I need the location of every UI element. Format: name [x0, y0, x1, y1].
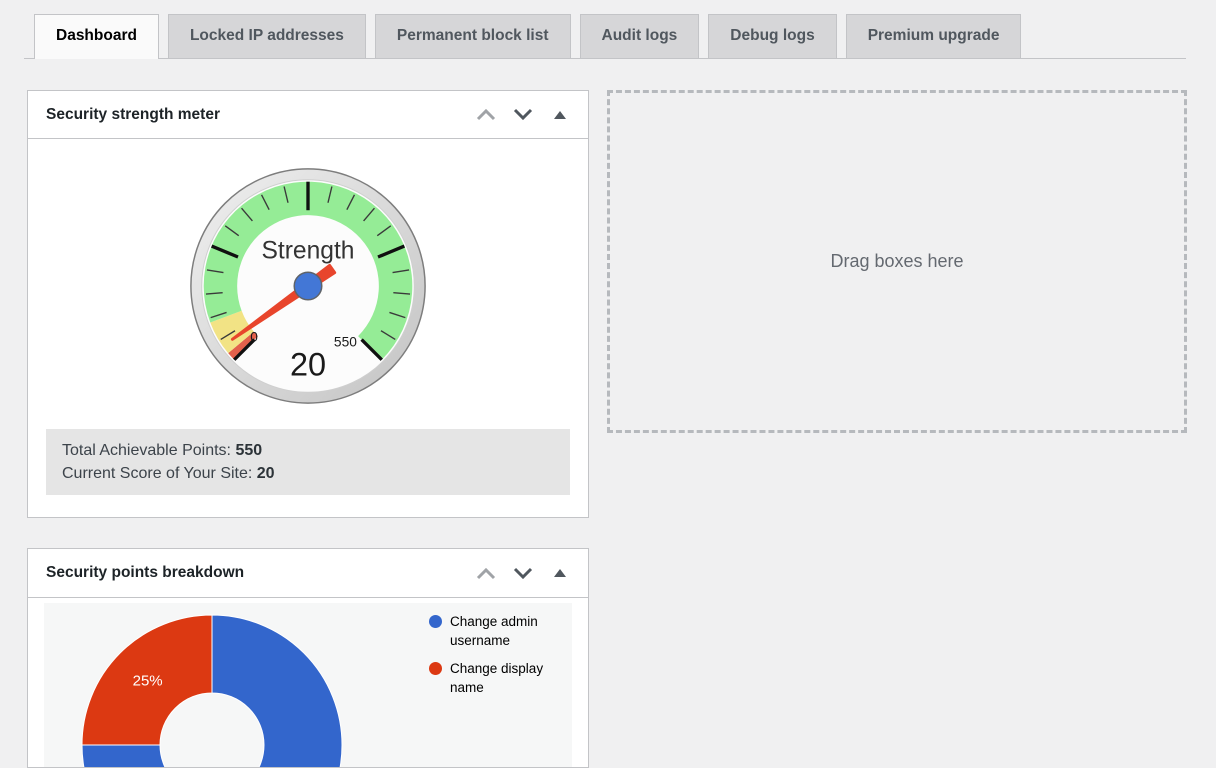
score-summary-box: Total Achievable Points: 550 Current Sco… [46, 429, 570, 495]
move-up-button[interactable] [472, 559, 500, 587]
tab-dashboard[interactable]: Dashboard [34, 14, 159, 59]
total-points-line: Total Achievable Points: 550 [62, 439, 554, 462]
panel-title: Security points breakdown [46, 564, 472, 582]
metabox-controls [472, 101, 574, 129]
gauge-min-label: 0 [250, 329, 258, 344]
metabox-header-breakdown[interactable]: Security points breakdown [28, 549, 588, 598]
move-down-button[interactable] [509, 559, 537, 587]
gauge-max-label: 550 [334, 334, 357, 349]
tab-audit-logs[interactable]: Audit logs [580, 14, 700, 58]
metabox-controls [472, 559, 574, 587]
legend-item-change-admin-username: Change admin username [429, 612, 572, 650]
chevron-up-icon [475, 108, 497, 121]
security-points-breakdown-panel: Security points breakdown 25% Change adm… [27, 548, 589, 768]
tab-debug-logs[interactable]: Debug logs [708, 14, 836, 58]
collapse-toggle-button[interactable] [546, 559, 574, 587]
move-down-button[interactable] [509, 101, 537, 129]
tab-locked-ip-addresses[interactable]: Locked IP addresses [168, 14, 366, 58]
metabox-dropzone[interactable]: Drag boxes here [607, 90, 1187, 433]
triangle-up-icon [554, 569, 566, 577]
total-points-value: 550 [235, 442, 262, 459]
gauge-value: 20 [290, 347, 326, 383]
tab-bar: Dashboard Locked IP addresses Permanent … [24, 0, 1186, 59]
tab-premium-upgrade[interactable]: Premium upgrade [846, 14, 1022, 58]
legend-swatch-blue [429, 615, 442, 628]
current-score-line: Current Score of Your Site: 20 [62, 462, 554, 485]
tab-permanent-block-list[interactable]: Permanent block list [375, 14, 571, 58]
triangle-up-icon [554, 111, 566, 119]
dropzone-label: Drag boxes here [830, 251, 963, 272]
collapse-toggle-button[interactable] [546, 101, 574, 129]
breakdown-chart-area: 25% Change admin username Change display… [44, 603, 572, 768]
chevron-down-icon [512, 108, 534, 121]
security-strength-meter-panel: Security strength meter Strength 0 550 20 T… [27, 90, 589, 518]
gauge-title: Strength [262, 237, 355, 264]
chevron-up-icon [475, 567, 497, 580]
move-up-button[interactable] [472, 101, 500, 129]
metabox-header-strength[interactable]: Security strength meter [28, 91, 588, 139]
legend-swatch-red [429, 662, 442, 675]
legend-item-change-display-name: Change display name [429, 659, 572, 697]
chart-legend: Change admin username Change display nam… [429, 612, 572, 706]
gauge-hub [294, 272, 322, 300]
slice-pct-label: 25% [133, 673, 163, 690]
panel-title: Security strength meter [46, 106, 472, 124]
current-score-value: 20 [257, 465, 275, 482]
chevron-down-icon [512, 567, 534, 580]
security-strength-gauge: Strength 0 550 20 [185, 163, 431, 409]
